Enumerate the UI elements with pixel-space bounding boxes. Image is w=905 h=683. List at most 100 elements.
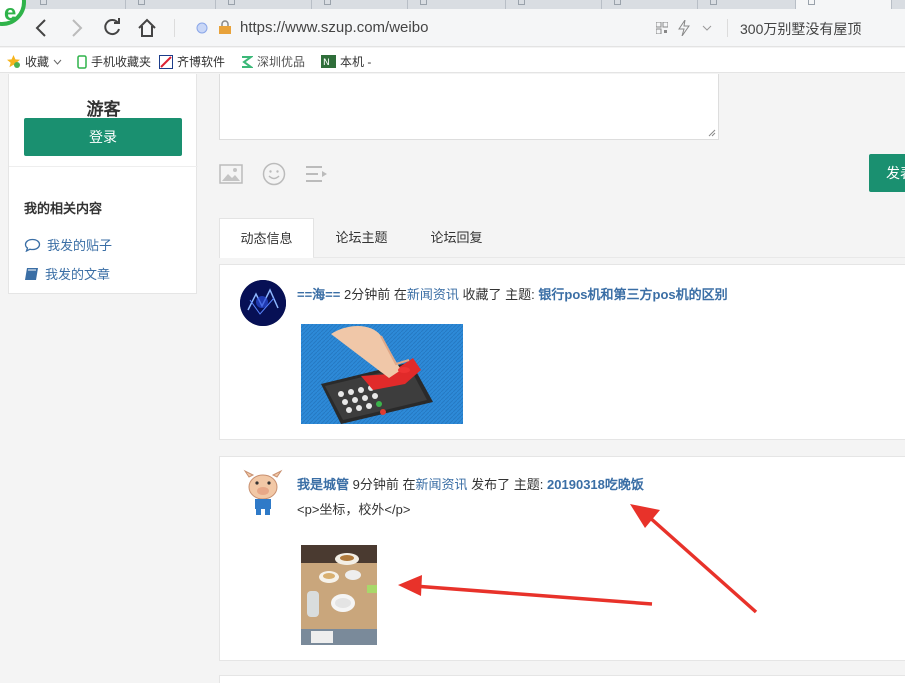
- browser-tab[interactable]: [216, 0, 312, 9]
- browser-tab[interactable]: [312, 0, 408, 9]
- back-arrow-icon: [35, 19, 46, 37]
- tab-favicon: [518, 0, 525, 5]
- search-suggestion[interactable]: 300万别墅没有屋顶: [740, 19, 861, 39]
- feed-category[interactable]: 新闻资讯: [407, 287, 459, 302]
- svg-text:N: N: [323, 58, 330, 68]
- dinner-table-image: [301, 545, 377, 645]
- list-format-icon[interactable]: [305, 162, 329, 186]
- image-upload-icon[interactable]: [219, 162, 243, 186]
- tab-favicon: [138, 0, 145, 5]
- home-button[interactable]: [136, 17, 158, 39]
- feed-username[interactable]: 我是城管: [297, 477, 349, 492]
- tab-favicon: [324, 0, 331, 5]
- toolbar-divider: [174, 19, 175, 37]
- address-toolbar: https://www.szup.com/weibo 300万别墅没有屋顶: [0, 9, 905, 47]
- feed-action: 发布了: [471, 477, 511, 492]
- avatar[interactable]: [240, 469, 286, 515]
- tab-favicon: [614, 0, 621, 5]
- browser-tab[interactable]: [602, 0, 698, 9]
- url-text: https://www.szup.com/weibo: [240, 19, 429, 36]
- guest-name: 游客: [86, 100, 121, 119]
- tab-favicon: [808, 0, 815, 5]
- avatar[interactable]: [240, 280, 286, 326]
- my-articles-link[interactable]: 我发的文章: [24, 264, 110, 283]
- qibo-icon: [159, 54, 173, 69]
- bookmark-qibo[interactable]: 齐博软件: [159, 53, 225, 70]
- bookmark-label: 深圳优品: [257, 55, 306, 69]
- bookmark-label: 本机 -: [340, 55, 372, 69]
- feed-tabs: 动态信息 论坛主题 论坛回复: [219, 218, 905, 258]
- bookmark-label: 齐博软件: [177, 55, 226, 69]
- reload-icon: [104, 18, 120, 36]
- feed-content: <p>坐标，校外</p>: [297, 502, 411, 517]
- chevron-down-icon: [53, 59, 62, 65]
- feed-in-label: 在: [402, 477, 416, 492]
- browser-tab[interactable]: [126, 0, 216, 9]
- browser-tab[interactable]: [28, 0, 126, 9]
- browser-tab[interactable]: [506, 0, 602, 9]
- tab-activity[interactable]: 动态信息: [219, 218, 314, 258]
- feed-topic-link[interactable]: 20190318吃晚饭: [547, 477, 644, 492]
- bookmark-label: 收藏: [25, 55, 50, 69]
- bookmarks-bar: 收藏 手机收藏夹 齐博软件 深圳优品 N 本机 -: [0, 48, 905, 73]
- site-info-icon: [196, 22, 208, 34]
- pig-avatar-image: [240, 469, 286, 515]
- back-button[interactable]: [30, 17, 52, 39]
- reload-button[interactable]: [101, 17, 123, 39]
- bookmark-favorites[interactable]: 收藏: [6, 53, 62, 70]
- tab-favicon: [710, 0, 717, 5]
- url-input[interactable]: https://www.szup.com/weibo: [178, 15, 726, 41]
- post-button[interactable]: 发表: [869, 154, 905, 192]
- szup-icon: [242, 55, 253, 68]
- speech-bubble-icon: [24, 238, 41, 252]
- book-icon: [25, 267, 38, 280]
- feed-category[interactable]: 新闻资讯: [416, 477, 468, 492]
- chevron-down-icon[interactable]: [702, 25, 712, 31]
- feed-item: ==海== 2分钟前 在新闻资讯 收藏了 主题: 银行pos机和第三方pos机的…: [219, 264, 905, 440]
- browser-tab[interactable]: [408, 0, 506, 9]
- browser-tab[interactable]: [698, 0, 796, 9]
- feed-topic-link[interactable]: 银行pos机和第三方pos机的区别: [538, 287, 727, 302]
- feed-topic-label: 主题:: [513, 477, 544, 492]
- dinner-table-photo[interactable]: [301, 545, 377, 645]
- phone-icon: [77, 54, 87, 69]
- feed-time: 9分钟前: [352, 477, 399, 492]
- feed-topic-label: 主题:: [505, 287, 535, 302]
- local-icon: N: [321, 55, 336, 68]
- emoji-icon[interactable]: [262, 162, 286, 186]
- feed-item: 我是城管 9分钟前 在新闻资讯 发布了 主题: 20190318吃晚饭 <p>坐…: [219, 456, 905, 661]
- my-posts-label: 我发的贴子: [47, 238, 113, 253]
- bookmark-mobile[interactable]: 手机收藏夹: [77, 53, 151, 70]
- feed-meta: 我是城管 9分钟前 在新闻资讯 发布了 主题: 20190318吃晚饭: [297, 474, 644, 493]
- sidebar-divider: [9, 166, 198, 167]
- bookmark-local[interactable]: N 本机 -: [321, 53, 371, 70]
- my-articles-label: 我发的文章: [45, 267, 111, 282]
- pos-machine-photo[interactable]: [301, 324, 463, 424]
- related-content-title: 我的相关内容: [24, 201, 103, 216]
- bookmark-label: 手机收藏夹: [91, 55, 152, 69]
- resize-grip-icon[interactable]: [707, 128, 716, 137]
- my-posts-link[interactable]: 我发的贴子: [24, 235, 112, 254]
- browser-tab-active[interactable]: [796, 0, 892, 9]
- star-icon: [7, 55, 20, 68]
- feed-meta: ==海== 2分钟前 在新闻资讯 收藏了 主题: 银行pos机和第三方pos机的…: [297, 284, 728, 303]
- tab-favicon: [40, 0, 47, 5]
- bookmark-szup[interactable]: 深圳优品: [240, 53, 305, 70]
- forward-button[interactable]: [66, 17, 88, 39]
- qr-code-icon[interactable]: [656, 22, 668, 34]
- user-avatar-image: [240, 280, 286, 326]
- browser-tab-strip: [0, 0, 905, 9]
- toolbar-divider: [727, 19, 728, 37]
- tab-favicon: [420, 0, 427, 5]
- feed-username[interactable]: ==海==: [297, 287, 340, 302]
- tab-forum-replies[interactable]: 论坛回复: [409, 218, 504, 258]
- login-button[interactable]: 登录: [24, 118, 182, 156]
- tabs-underline: [313, 257, 905, 258]
- feed-in-label: 在: [393, 287, 407, 302]
- lightning-icon[interactable]: [678, 20, 690, 36]
- post-textarea[interactable]: [219, 74, 719, 140]
- feed-item: [219, 675, 905, 683]
- user-sidebar: 游客 登录 我的相关内容 我发的贴子 我发的文章: [8, 74, 198, 294]
- tab-forum-topics[interactable]: 论坛主题: [314, 218, 409, 258]
- feed-time: 2分钟前: [344, 287, 391, 302]
